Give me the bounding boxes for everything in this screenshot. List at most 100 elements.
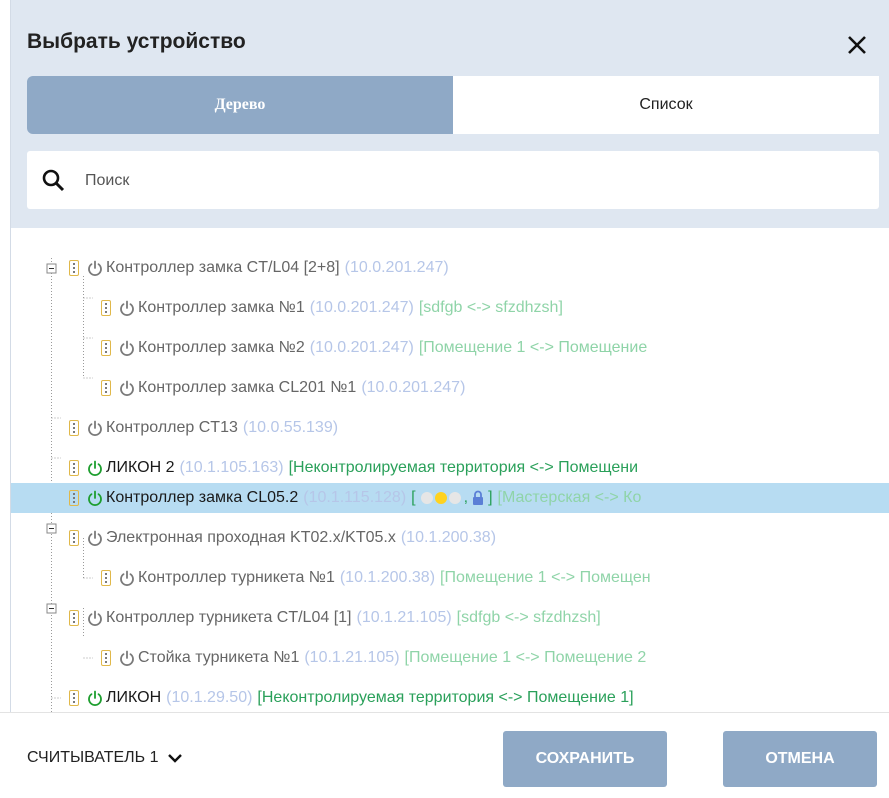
indicator-dot bbox=[434, 492, 447, 504]
controller-icon bbox=[101, 340, 111, 356]
tree-row[interactable]: Контроллер турникета №1 (10.1.200.38) [Пом… bbox=[11, 563, 889, 593]
controller-icon bbox=[69, 420, 79, 436]
tree-row-content: Контроллер замка CT/L04 [2+8] (10.0.201.2… bbox=[69, 259, 449, 277]
device-name: Стойка турникета №1 bbox=[138, 649, 300, 666]
controller-icon bbox=[69, 530, 79, 546]
device-ip: (10.1.21.105) bbox=[356, 609, 452, 626]
status-indicators: [,] bbox=[411, 489, 492, 507]
device-ip: (10.1.105.163) bbox=[179, 459, 284, 476]
power-icon bbox=[88, 610, 102, 626]
power-icon bbox=[120, 300, 134, 316]
device-tree: Контроллер замка CT/L04 [2+8] (10.0.201.2… bbox=[10, 228, 889, 712]
device-ip: (10.0.201.247) bbox=[361, 379, 466, 396]
tree-row[interactable]: Контроллер замка CL201 №1 (10.0.201.247) bbox=[11, 373, 889, 403]
controller-icon bbox=[69, 610, 79, 626]
indicator-dot bbox=[448, 492, 461, 504]
device-ip: (10.1.115.128) bbox=[303, 489, 407, 506]
search-box bbox=[27, 151, 879, 209]
controller-icon bbox=[69, 260, 79, 276]
tree-row[interactable]: Контроллер замка №1 (10.0.201.247) [sdfgb … bbox=[11, 293, 889, 323]
lock-icon bbox=[473, 490, 484, 505]
device-ip: (10.0.55.139) bbox=[242, 419, 339, 436]
controller-icon bbox=[101, 300, 111, 316]
power-icon bbox=[88, 530, 102, 546]
power-icon bbox=[88, 460, 102, 476]
device-name: Контроллер замка №1 bbox=[138, 299, 305, 316]
power-icon bbox=[120, 570, 134, 586]
device-ip: (10.0.201.247) bbox=[309, 299, 414, 316]
tab-tree[interactable]: Дерево bbox=[27, 76, 453, 134]
tree-row-content: Контроллер турникета CT/L04 [1] (10.1.21.… bbox=[69, 609, 601, 627]
tree-row[interactable]: Контроллер турникета CT/L04 [1] (10.1.21.… bbox=[11, 603, 889, 633]
device-zones: [Неконтролируемая территория <-> Помещен… bbox=[288, 459, 639, 476]
device-name: Электронная проходная KT02.x/KT05.x bbox=[106, 529, 396, 546]
dialog-footer: СЧИТЫВАТЕЛЬ 1 СОХРАНИТЬ ОТМЕНА bbox=[0, 712, 889, 798]
power-icon bbox=[88, 420, 102, 436]
device-zones: [Помещение 1 <-> Помещение bbox=[418, 339, 648, 356]
device-name: Контроллер CT13 bbox=[106, 419, 238, 436]
dialog-title: Выбрать устройство bbox=[27, 30, 246, 53]
search-icon bbox=[42, 169, 65, 192]
reader-select-label: СЧИТЫВАТЕЛЬ 1 bbox=[27, 749, 159, 766]
status-bracket-open: [ bbox=[411, 489, 416, 506]
device-zones: [Помещение 1 <-> Помещен bbox=[440, 569, 651, 586]
tree-row[interactable]: Контроллер замка №2 (10.0.201.247) [Помеще… bbox=[11, 333, 889, 363]
tree-row-content: Электронная проходная KT02.x/KT05.x (10.1… bbox=[69, 529, 496, 547]
tree-row-content: Стойка турникета №1 (10.1.21.105) [Помещен… bbox=[101, 649, 646, 667]
device-zones: [sdfgb <-> sfzdhzsh] bbox=[456, 609, 601, 626]
power-icon bbox=[120, 650, 134, 666]
search-input[interactable] bbox=[83, 163, 867, 199]
power-icon bbox=[88, 260, 102, 276]
controller-icon bbox=[69, 490, 79, 506]
power-icon bbox=[88, 490, 102, 506]
controller-icon bbox=[69, 460, 79, 476]
save-button[interactable]: СОХРАНИТЬ bbox=[503, 731, 667, 787]
tab-list[interactable]: Список bbox=[453, 76, 879, 134]
tree-row-content: Контроллер замка CL201 №1 (10.0.201.247) bbox=[101, 379, 465, 397]
tree-row-content: Контроллер замка CL05.2 (10.1.115.128)[,]… bbox=[69, 489, 641, 507]
tree-row[interactable]: Стойка турникета №1 (10.1.21.105) [Помещен… bbox=[11, 643, 889, 673]
status-bracket-close: ] bbox=[488, 489, 493, 506]
device-ip: (10.1.21.105) bbox=[304, 649, 400, 666]
device-name: ЛИКОН 2 bbox=[106, 459, 175, 476]
device-ip: (10.1.200.38) bbox=[400, 529, 497, 546]
power-icon bbox=[120, 380, 134, 396]
tree-row-content: Контроллер турникета №1 (10.1.200.38) [Пом… bbox=[101, 569, 651, 587]
device-name: Контроллер турникета CT/L04 [1] bbox=[106, 609, 352, 626]
close-icon[interactable] bbox=[842, 30, 872, 60]
device-ip: (10.0.201.247) bbox=[344, 259, 449, 276]
power-icon bbox=[120, 340, 134, 356]
tree-row-content: ЛИКОН (10.1.29.50) [Неконтролируемая терри… bbox=[69, 689, 634, 707]
status-separator: , bbox=[463, 489, 469, 506]
device-ip: (10.1.29.50) bbox=[166, 689, 253, 706]
device-zones: [Мастерская <-> Ко bbox=[497, 489, 642, 506]
device-name: Контроллер замка CL05.2 bbox=[106, 489, 299, 506]
tree-row[interactable]: Контроллер замка CL05.2 (10.1.115.128)[,]… bbox=[11, 483, 889, 513]
device-name: ЛИКОН bbox=[106, 689, 162, 706]
tree-row[interactable]: ЛИКОН 2 (10.1.105.163) [Неконтролируемая т… bbox=[11, 453, 889, 483]
tree-row[interactable]: Контроллер замка CT/L04 [2+8] (10.0.201.2… bbox=[11, 253, 889, 283]
tree-row-content: Контроллер замка №2 (10.0.201.247) [Помеще… bbox=[101, 339, 647, 357]
device-zones: [sdfgb <-> sfzdhzsh] bbox=[418, 299, 563, 316]
tree-row[interactable]: ЛИКОН (10.1.29.50) [Неконтролируемая терри… bbox=[11, 683, 889, 712]
tree-row[interactable]: Контроллер CT13 (10.0.55.139) bbox=[11, 413, 889, 443]
tree-row-content: ЛИКОН 2 (10.1.105.163) [Неконтролируемая т… bbox=[69, 459, 638, 477]
cancel-button[interactable]: ОТМЕНА bbox=[723, 731, 877, 787]
device-ip: (10.1.200.38) bbox=[339, 569, 436, 586]
controller-icon bbox=[69, 690, 79, 706]
device-zones: [Неконтролируемая территория <-> Помещен… bbox=[257, 689, 634, 706]
power-icon bbox=[88, 690, 102, 706]
device-ip: (10.0.201.247) bbox=[309, 339, 414, 356]
tree-row[interactable]: Электронная проходная KT02.x/KT05.x (10.1… bbox=[11, 523, 889, 553]
controller-icon bbox=[101, 380, 111, 396]
chevron-down-icon bbox=[168, 754, 183, 763]
device-name: Контроллер замка CT/L04 [2+8] bbox=[106, 259, 340, 276]
reader-select[interactable]: СЧИТЫВАТЕЛЬ 1 bbox=[27, 749, 183, 767]
view-tabs: Дерево Список bbox=[27, 76, 879, 134]
device-zones: [Помещение 1 <-> Помещение 2 bbox=[404, 649, 647, 666]
select-device-dialog: Выбрать устройство Дерево Список Поиск К… bbox=[0, 0, 889, 798]
device-name: Контроллер турникета №1 bbox=[138, 569, 335, 586]
device-name: Контроллер замка №2 bbox=[138, 339, 305, 356]
controller-icon bbox=[101, 570, 111, 586]
controller-icon bbox=[101, 650, 111, 666]
